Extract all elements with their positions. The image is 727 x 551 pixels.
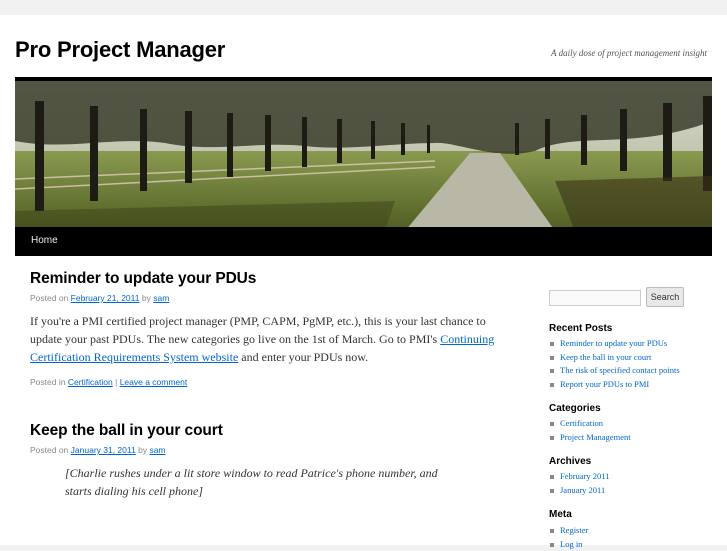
nav-home-link[interactable]: Home bbox=[31, 235, 58, 246]
meta-separator: | bbox=[115, 377, 117, 387]
posted-in-label: Posted in bbox=[30, 377, 65, 387]
list-item: Log in bbox=[549, 538, 588, 551]
post-text-end: and enter your PDUs now. bbox=[241, 350, 368, 364]
recent-post-link[interactable]: Report your PDUs to PMI bbox=[560, 379, 649, 389]
bullet-icon bbox=[550, 475, 554, 479]
site-description: A daily dose of project management insig… bbox=[551, 48, 707, 58]
search-button[interactable]: Search bbox=[646, 287, 684, 307]
posted-on-label: Posted on bbox=[30, 293, 68, 303]
bullet-icon bbox=[550, 436, 554, 440]
recent-post-link[interactable]: Reminder to update your PDUs bbox=[560, 338, 667, 348]
posted-on-label: Posted on bbox=[30, 445, 68, 455]
bullet-icon bbox=[550, 356, 554, 360]
bullet-icon bbox=[550, 422, 554, 426]
page: Pro Project Manager A daily dose of proj… bbox=[0, 15, 727, 545]
post-meta: Posted on January 31, 2011 by sam bbox=[30, 445, 510, 455]
author-link[interactable]: sam bbox=[153, 293, 169, 303]
post-content: If you're a PMI certified project manage… bbox=[30, 312, 510, 366]
post-quote: [Charlie rushes under a lit store window… bbox=[65, 464, 465, 500]
post: Reminder to update your PDUs Posted on F… bbox=[30, 270, 510, 387]
bullet-icon bbox=[550, 529, 554, 533]
list-item: The risk of specified contact points bbox=[549, 364, 680, 378]
category-link[interactable]: Certification bbox=[68, 377, 113, 387]
post-title[interactable]: Reminder to update your PDUs bbox=[30, 270, 510, 288]
post: Keep the ball in your court Posted on Ja… bbox=[30, 422, 510, 500]
by-label: by bbox=[138, 445, 147, 455]
list-item: Project Management bbox=[549, 431, 631, 445]
bullet-icon bbox=[550, 369, 554, 373]
archives-list: February 2011 January 2011 bbox=[549, 470, 610, 497]
category-link[interactable]: Project Management bbox=[560, 432, 631, 442]
post-utility: Posted in Certification | Leave a commen… bbox=[30, 377, 510, 387]
meta-title: Meta bbox=[549, 509, 572, 520]
bullet-icon bbox=[550, 489, 554, 493]
leave-comment-link[interactable]: Leave a comment bbox=[120, 377, 188, 387]
archive-link[interactable]: January 2011 bbox=[560, 485, 605, 495]
archives-title: Archives bbox=[549, 456, 591, 467]
content: Reminder to update your PDUs Posted on F… bbox=[30, 270, 510, 500]
list-item: Certification bbox=[549, 417, 631, 431]
bullet-icon bbox=[550, 342, 554, 346]
list-item: January 2011 bbox=[549, 484, 610, 498]
post-meta: Posted on February 21, 2011 by sam bbox=[30, 293, 510, 303]
archive-link[interactable]: February 2011 bbox=[560, 471, 610, 481]
recent-posts-title: Recent Posts bbox=[549, 323, 612, 334]
post-text: If you're a PMI certified project manage… bbox=[30, 314, 486, 346]
post-title[interactable]: Keep the ball in your court bbox=[30, 422, 510, 440]
list-item: Reminder to update your PDUs bbox=[549, 337, 680, 351]
main-navigation: Home bbox=[15, 227, 712, 256]
categories-list: Certification Project Management bbox=[549, 417, 631, 444]
list-item: Keep the ball in your court bbox=[549, 351, 680, 365]
category-link[interactable]: Certification bbox=[560, 418, 603, 428]
categories-title: Categories bbox=[549, 403, 601, 414]
register-link[interactable]: Register bbox=[560, 525, 588, 535]
bullet-icon bbox=[550, 383, 554, 387]
post-date-link[interactable]: February 21, 2011 bbox=[71, 293, 140, 303]
search-input[interactable] bbox=[549, 290, 641, 306]
list-item: Register bbox=[549, 524, 588, 538]
site-title[interactable]: Pro Project Manager bbox=[15, 37, 225, 63]
login-link[interactable]: Log in bbox=[560, 539, 582, 549]
recent-posts-list: Reminder to update your PDUs Keep the ba… bbox=[549, 337, 680, 391]
recent-post-link[interactable]: The risk of specified contact points bbox=[560, 365, 680, 375]
author-link[interactable]: sam bbox=[149, 445, 165, 455]
by-label: by bbox=[142, 293, 151, 303]
recent-post-link[interactable]: Keep the ball in your court bbox=[560, 352, 651, 362]
post-date-link[interactable]: January 31, 2011 bbox=[71, 445, 136, 455]
header-image bbox=[15, 77, 712, 231]
list-item: February 2011 bbox=[549, 470, 610, 484]
list-item: Report your PDUs to PMI bbox=[549, 378, 680, 392]
meta-list: Register Log in bbox=[549, 524, 588, 551]
